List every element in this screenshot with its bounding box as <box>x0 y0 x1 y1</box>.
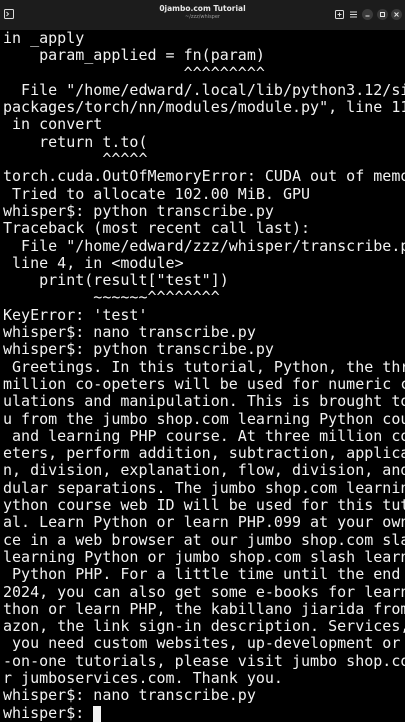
terminal-line: u from the jumbo shop.com learning Pytho… <box>3 410 405 428</box>
terminal-line: ^^^^^ <box>3 151 148 169</box>
terminal-line: learning Python or jumbo shop.com slash … <box>3 548 405 566</box>
terminal-line: torch.cuda.OutOfMemoryError: CUDA out of… <box>3 168 405 186</box>
maximize-icon[interactable] <box>377 9 388 20</box>
terminal-line: print(result["test"]) <box>3 272 229 290</box>
close-icon[interactable] <box>391 9 402 20</box>
terminal-line: whisper$: python transcribe.py <box>3 202 274 220</box>
terminal-line: Tried to allocate 102.00 MiB. GPU <box>3 185 311 203</box>
terminal-line: ulations and manipulation. This is broug… <box>3 393 405 411</box>
terminal-line: File "/home/edward/zzz/whisper/transcrib… <box>3 237 405 255</box>
terminal-line: 2024, you can also get some e-books for … <box>3 583 405 601</box>
terminal-line: Traceback (most recent call last): <box>3 220 311 238</box>
terminal-line: in convert <box>3 116 103 134</box>
terminal-line: packages/torch/nn/modules/module.py", li… <box>3 99 405 117</box>
shell-prompt: whisper$: <box>3 703 94 722</box>
terminal-line: ython course web ID will be used for thi… <box>3 497 405 515</box>
active-prompt-line[interactable]: whisper$: <box>3 703 405 722</box>
terminal-line: and learning PHP course. At three millio… <box>3 427 405 445</box>
terminal-line: eters, perform addition, subtraction, ap… <box>3 445 405 463</box>
terminal-line: azon, the link sign-in description. Serv… <box>3 618 405 636</box>
window-titlebar: 0jambo.com Tutorial ~/zzz/whisper <box>0 0 405 30</box>
terminal-line: n, division, explanation, flow, division… <box>3 462 405 480</box>
terminal-line: whisper$: python transcribe.py <box>3 341 274 359</box>
terminal-line: in _apply <box>3 30 85 47</box>
terminal-line: return t.to( <box>3 133 148 151</box>
terminal-line: ^^^^^^^^^ <box>3 64 265 82</box>
terminal-output[interactable]: in _apply param_applied = fn(param) ^^^^… <box>3 30 405 722</box>
terminal-line: million co-opeters will be used for nume… <box>3 375 405 393</box>
terminal-line: thon or learn PHP, the kabillano jiarida… <box>3 600 405 618</box>
terminal-line: line 4, in <module> <box>3 254 184 272</box>
terminal-line: Greetings. In this tutorial, Python, the… <box>3 358 405 376</box>
terminal-line: you need custom websites, up-development… <box>3 635 405 653</box>
minimize-icon[interactable] <box>362 9 373 20</box>
new-tab-icon[interactable] <box>334 9 345 20</box>
terminal-line: whisper$: nano transcribe.py <box>3 687 256 705</box>
text-cursor <box>93 705 102 722</box>
terminal-line: dular separations. The jumbo shop.com le… <box>3 479 405 497</box>
terminal-line: r jumboservices.com. Thank you. <box>3 669 283 687</box>
terminal-line: -on-one tutorials, please visit jumbo sh… <box>3 652 405 670</box>
terminal-line: al. Learn Python or learn PHP.099 at you… <box>3 514 405 532</box>
menu-icon[interactable] <box>348 9 359 20</box>
terminal-line: ce in a web browser at our jumbo shop.co… <box>3 531 405 549</box>
terminal-line: Python PHP. For a little time until the … <box>3 566 405 584</box>
terminal-line: whisper$: nano transcribe.py <box>3 324 256 342</box>
terminal-line: File "/home/edward/.local/lib/python3.12… <box>3 81 405 99</box>
terminal-line: param_applied = fn(param) <box>3 47 265 65</box>
terminal-line: ~~~~~~^^^^^^^^ <box>3 289 220 307</box>
terminal-line: KeyError: 'test' <box>3 306 148 324</box>
